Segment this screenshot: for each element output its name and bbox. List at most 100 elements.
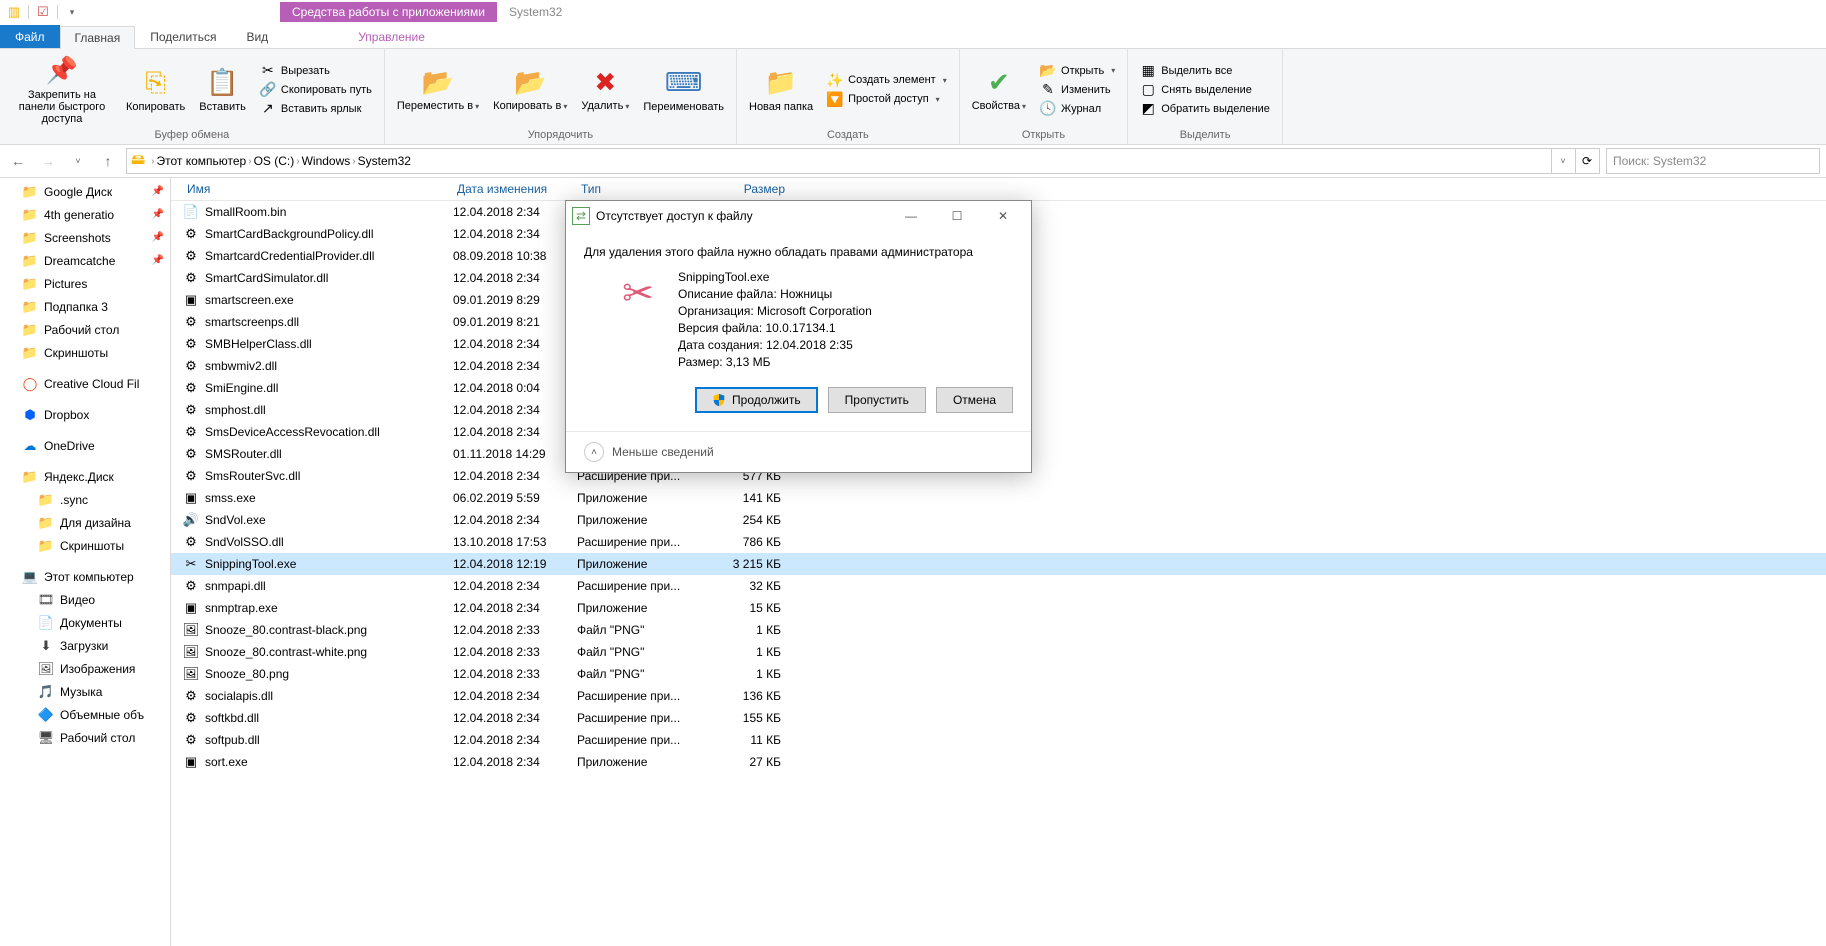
new-item-button[interactable]: ✨Создать элемент▾ xyxy=(823,71,951,89)
sidebar-item[interactable]: 💻Этот компьютер xyxy=(0,565,170,588)
delete-button[interactable]: ✖ Удалить▾ xyxy=(577,64,633,115)
properties-button[interactable]: ✔ Свойства▾ xyxy=(968,64,1030,115)
move-to-button[interactable]: 📂 Переместить в▾ xyxy=(393,64,483,115)
col-date[interactable]: Дата изменения xyxy=(457,182,581,196)
sidebar-item[interactable]: 📁4th generatio📌 xyxy=(0,203,170,226)
file-row[interactable]: ▣smss.exe06.02.2019 5:59Приложение141 КБ xyxy=(171,487,1826,509)
paste-shortcut-button[interactable]: ↗Вставить ярлык xyxy=(256,100,376,118)
select-none-button[interactable]: ▢Снять выделение xyxy=(1136,81,1274,99)
sidebar-item[interactable]: 🔷Объемные объ xyxy=(0,703,170,726)
sidebar-item[interactable]: 📁Google Диск📌 xyxy=(0,180,170,203)
pin-icon: 📌 xyxy=(152,232,164,243)
sidebar-item[interactable]: 📁Скриншоты xyxy=(0,341,170,364)
crumb[interactable]: OS (C:) xyxy=(254,154,295,168)
file-row[interactable]: 🔊SndVol.exe12.04.2018 2:34Приложение254 … xyxy=(171,509,1826,531)
invert-selection-button[interactable]: ◩Обратить выделение xyxy=(1136,100,1274,118)
sidebar-item[interactable]: 🖼Изображения xyxy=(0,657,170,680)
copy-button[interactable]: ⎘ Копировать xyxy=(122,65,189,115)
back-button[interactable]: ← xyxy=(6,149,30,173)
sidebar-item[interactable]: 📄Документы xyxy=(0,611,170,634)
sidebar-item[interactable]: 📁Dreamcatche📌 xyxy=(0,249,170,272)
tab-file[interactable]: Файл xyxy=(0,25,60,48)
search-input[interactable]: Поиск: System32 xyxy=(1606,148,1820,174)
sidebar-item[interactable]: 🖥Рабочий стол xyxy=(0,726,170,749)
qat-properties-icon[interactable]: ☑ xyxy=(35,4,51,20)
cut-button[interactable]: ✂Вырезать xyxy=(256,62,376,80)
sidebar-item[interactable]: 📁Подпапка 3 xyxy=(0,295,170,318)
continue-button[interactable]: Продолжить xyxy=(695,387,818,413)
tab-home[interactable]: Главная xyxy=(60,26,136,49)
cancel-button[interactable]: Отмена xyxy=(936,387,1013,413)
file-row[interactable]: ▣snmptrap.exe12.04.2018 2:34Приложение15… xyxy=(171,597,1826,619)
sidebar-item[interactable]: 📁Яндекс.Диск xyxy=(0,465,170,488)
breadcrumb[interactable]: 🖴›Этот компьютер›OS (C:)›Windows›System3… xyxy=(126,148,1552,174)
sidebar-item[interactable]: 🎵Музыка xyxy=(0,680,170,703)
sidebar-item[interactable]: ☁OneDrive xyxy=(0,434,170,457)
file-icon: ⚙ xyxy=(183,226,199,242)
file-row[interactable]: 🖼Snooze_80.png12.04.2018 2:33Файл "PNG"1… xyxy=(171,663,1826,685)
sidebar-item[interactable]: 🎞Видео xyxy=(0,588,170,611)
refresh-button[interactable]: ⟳ xyxy=(1575,148,1600,174)
collapse-icon[interactable]: ˄ xyxy=(584,442,604,462)
tab-share[interactable]: Поделиться xyxy=(135,25,231,48)
pin-icon: 📌 xyxy=(152,209,164,220)
col-size[interactable]: Размер xyxy=(705,182,785,196)
column-headers[interactable]: Имя Дата изменения Тип Размер xyxy=(171,178,1826,201)
open-icon: 📂 xyxy=(1040,63,1056,79)
file-row[interactable]: ⚙snmpapi.dll12.04.2018 2:34Расширение пр… xyxy=(171,575,1826,597)
history-button[interactable]: 🕓Журнал xyxy=(1036,100,1119,118)
file-icon: 🖼 xyxy=(183,622,199,638)
dialog-minimize-button[interactable]: — xyxy=(889,202,933,230)
nav-tree[interactable]: 📁Google Диск📌📁4th generatio📌📁Screenshots… xyxy=(0,178,171,946)
recent-dropdown[interactable]: ˅ xyxy=(66,149,90,173)
file-row[interactable]: ⚙softpub.dll12.04.2018 2:34Расширение пр… xyxy=(171,729,1826,751)
crumb[interactable]: System32 xyxy=(358,154,411,168)
folder-icon: ⬇ xyxy=(38,638,54,654)
file-row[interactable]: 🖼Snooze_80.contrast-black.png12.04.2018 … xyxy=(171,619,1826,641)
rename-button[interactable]: ⌨ Переименовать xyxy=(639,65,728,115)
dialog-maximize-button[interactable]: ☐ xyxy=(935,202,979,230)
file-row[interactable]: ⚙socialapis.dll12.04.2018 2:34Расширение… xyxy=(171,685,1826,707)
col-name[interactable]: Имя xyxy=(171,182,457,196)
folder-icon: 📁 xyxy=(22,253,38,269)
open-button[interactable]: 📂Открыть▾ xyxy=(1036,62,1119,80)
sidebar-item[interactable]: ⬇Загрузки xyxy=(0,634,170,657)
copy-icon: ⎘ xyxy=(140,67,172,99)
easy-access-button[interactable]: 🔽Простой доступ▾ xyxy=(823,90,951,108)
file-icon: ⚙ xyxy=(183,468,199,484)
qat-chevron-icon[interactable]: ▾ xyxy=(64,4,80,20)
file-row[interactable]: ▣sort.exe12.04.2018 2:34Приложение27 КБ xyxy=(171,751,1826,773)
pin-button[interactable]: 📌 Закрепить на панели быстрого доступа xyxy=(8,53,116,127)
select-all-button[interactable]: ▦Выделить все xyxy=(1136,62,1274,80)
sidebar-item[interactable]: 📁Pictures xyxy=(0,272,170,295)
sidebar-item[interactable]: 📁.sync xyxy=(0,488,170,511)
copy-path-button[interactable]: 🔗Скопировать путь xyxy=(256,81,376,99)
tab-manage[interactable]: Управление xyxy=(343,25,440,48)
tab-view[interactable]: Вид xyxy=(231,25,283,48)
sidebar-item[interactable]: ⬢Dropbox xyxy=(0,403,170,426)
copy-to-button[interactable]: 📂 Копировать в▾ xyxy=(489,64,571,115)
sidebar-item[interactable]: 📁Screenshots📌 xyxy=(0,226,170,249)
skip-button[interactable]: Пропустить xyxy=(828,387,926,413)
edit-button[interactable]: ✎Изменить xyxy=(1036,81,1119,99)
col-type[interactable]: Тип xyxy=(581,182,705,196)
sidebar-item[interactable]: 📁Для дизайна xyxy=(0,511,170,534)
folder-icon: 📁 xyxy=(38,538,54,554)
paste-button[interactable]: 📋 Вставить xyxy=(195,65,250,115)
forward-button[interactable]: → xyxy=(36,149,60,173)
crumb[interactable]: Этот компьютер xyxy=(156,154,246,168)
sidebar-item[interactable]: 📁Рабочий стол xyxy=(0,318,170,341)
up-button[interactable]: ↑ xyxy=(96,149,120,173)
file-row[interactable]: 🖼Snooze_80.contrast-white.png12.04.2018 … xyxy=(171,641,1826,663)
file-row[interactable]: ⚙SndVolSSO.dll13.10.2018 17:53Расширение… xyxy=(171,531,1826,553)
dialog-close-button[interactable]: ✕ xyxy=(981,202,1025,230)
sidebar-item[interactable]: ◯Creative Cloud Fil xyxy=(0,372,170,395)
file-row[interactable]: ✂SnippingTool.exe12.04.2018 12:19Приложе… xyxy=(171,553,1826,575)
breadcrumb-dropdown[interactable]: ˅ xyxy=(1551,148,1576,174)
properties-icon: ✔ xyxy=(983,66,1015,98)
crumb[interactable]: Windows xyxy=(302,154,351,168)
sidebar-item[interactable]: 📁Скриншоты xyxy=(0,534,170,557)
file-row[interactable]: ⚙softkbd.dll12.04.2018 2:34Расширение пр… xyxy=(171,707,1826,729)
less-details-link[interactable]: Меньше сведений xyxy=(612,445,714,459)
new-folder-button[interactable]: 📁 Новая папка xyxy=(745,65,817,115)
